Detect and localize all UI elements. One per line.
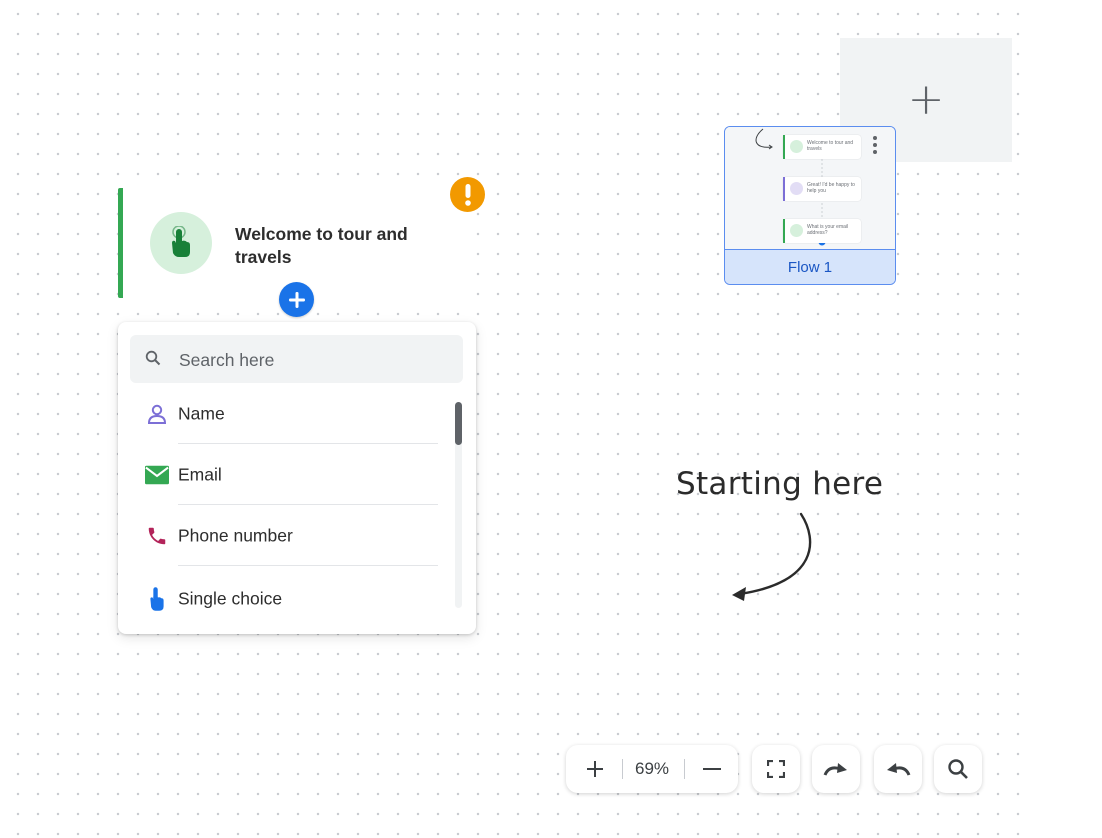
fit-to-screen-button[interactable] [752,745,800,793]
picker-item-single-choice[interactable]: Single choice [118,569,458,629]
preview-node-text: What is your email address? [807,224,849,236]
picker-item-label: Single choice [178,588,283,609]
step-picker: Name Email Phone number Single choi [118,322,476,634]
zoom-out-button[interactable] [687,745,737,793]
tap-icon [172,226,190,257]
flow-preview: Welcome to tour and travels Great! I'd b… [725,127,895,249]
search-icon [145,350,161,371]
add-step-button[interactable] [279,282,314,317]
canvas-right-edge [1030,0,1102,838]
picker-item-email[interactable]: Email [118,445,458,505]
preview-node-bar [783,177,785,201]
add-flow-plus-icon: + [907,74,945,125]
picker-item-label: Email [178,464,222,485]
fullscreen-icon [767,760,785,778]
search-input[interactable] [177,344,451,376]
minus-icon [703,768,721,770]
picker-item-label: Name [178,403,225,424]
preview-node-avatar [790,182,803,195]
mail-icon [145,463,169,487]
warning-icon[interactable] [450,177,485,212]
divider [684,759,685,779]
curved-arrow-icon [732,512,812,601]
preview-node-bar [783,135,785,159]
welcome-avatar [150,212,212,274]
preview-node: What is your email address? [783,219,861,243]
search-canvas-button[interactable] [934,745,982,793]
picker-item-phone[interactable]: Phone number [118,506,458,566]
phone-icon [145,524,169,548]
redo-button[interactable] [812,745,860,793]
preview-node-bar [783,219,785,243]
plus-icon [288,291,305,308]
picker-item-label: Phone number [178,525,293,546]
flow-name: Flow 1 [725,249,895,284]
redo-icon [823,763,847,776]
zoom-controls: 69% [566,745,738,793]
zoom-in-button[interactable] [570,745,620,793]
annotation-text: Starting here [676,466,884,502]
tap-icon [145,587,169,611]
preview-node-avatar [790,140,803,153]
welcome-title: Welcome to tour and travels [235,224,408,267]
scrollbar-thumb[interactable] [455,402,462,445]
flow-card[interactable]: Welcome to tour and travels Great! I'd b… [724,126,896,285]
picker-item-name[interactable]: Name [118,384,458,444]
more-options-icon[interactable] [873,136,877,154]
undo-button[interactable] [874,745,922,793]
divider [178,565,438,566]
preview-node-text: Great! I'd be happy to help you [807,182,855,194]
exclamation-icon [464,183,471,206]
undo-icon [887,763,911,776]
search-box[interactable] [130,335,463,383]
preview-node-text: Welcome to tour and travels [807,140,854,152]
divider [178,504,438,505]
preview-node-avatar [790,224,803,237]
preview-node: Great! I'd be happy to help you [783,177,861,201]
search-icon [948,759,968,779]
preview-node: Welcome to tour and travels [783,135,861,159]
divider [178,443,438,444]
person-icon [145,402,169,426]
plus-icon [587,761,603,777]
zoom-level: 69% [634,759,670,778]
